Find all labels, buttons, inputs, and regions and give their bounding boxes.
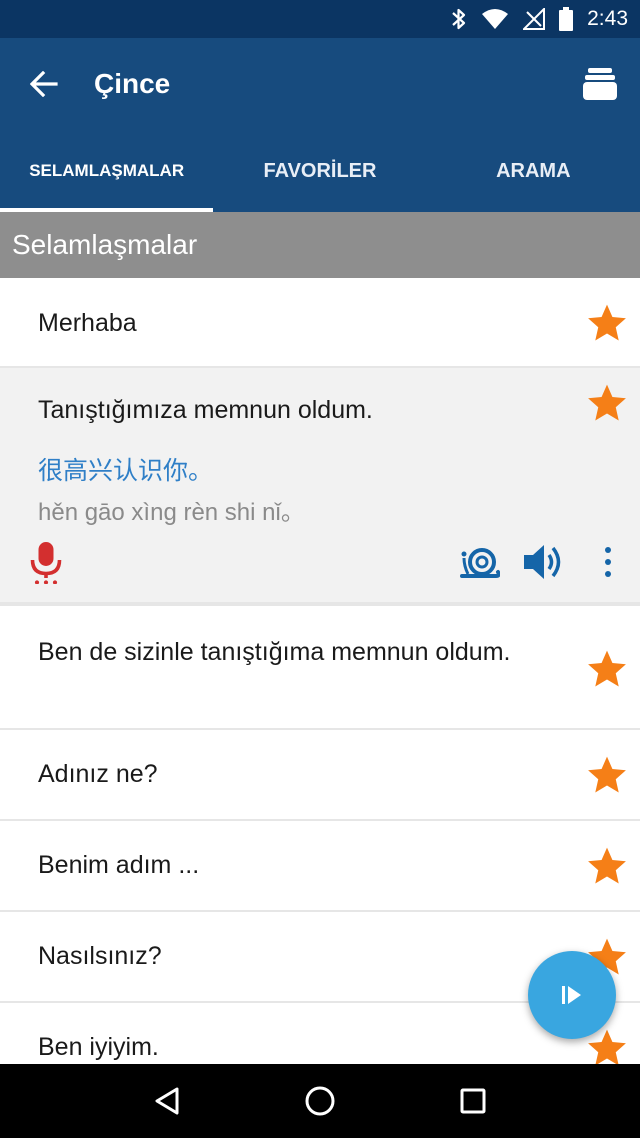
list-item[interactable]: Merhaba: [0, 278, 640, 368]
chinese-translation: 很高兴认识你。: [38, 456, 214, 485]
list-item[interactable]: Adınız ne?: [0, 730, 640, 821]
phrase-text: Tanıştığımıza memnun oldum.: [38, 396, 373, 424]
tab-bar: SELAMLAŞMALAR FAVORİLER ARAMA: [0, 130, 640, 212]
list-item[interactable]: Benim adım ...: [0, 821, 640, 912]
circle-home-icon: [305, 1086, 335, 1116]
nav-recents-button[interactable]: [450, 1078, 496, 1124]
phrase-text: Ben iyiyim.: [38, 1033, 159, 1061]
status-time: 2:43: [587, 7, 628, 30]
tab-favorites[interactable]: FAVORİLER: [213, 130, 426, 212]
play-all-button[interactable]: [528, 951, 616, 1039]
phrase-text: Merhaba: [38, 309, 137, 337]
nav-back-button[interactable]: [144, 1078, 190, 1124]
phrase-text: Benim adım ...: [38, 851, 200, 879]
list-item-expanded[interactable]: Tanıştığımıza memnun oldum. 很高兴认识你。 hěn …: [0, 368, 640, 604]
phrase-text: Ben de sizinle tanıştığıma memnun oldum.: [38, 638, 511, 666]
arrow-left-icon: [30, 71, 58, 97]
back-button[interactable]: [22, 62, 66, 106]
page-title: Çince: [94, 68, 171, 99]
microphone-icon[interactable]: [28, 542, 64, 584]
star-icon[interactable]: [586, 845, 628, 887]
wifi-icon: [482, 9, 509, 29]
square-recents-icon: [460, 1088, 486, 1114]
stack-menu-button[interactable]: [578, 62, 622, 106]
phrase-list[interactable]: Merhaba Tanıştığımıza memnun oldum. 很高兴认…: [0, 278, 640, 1064]
no-sim-icon: [523, 8, 546, 30]
section-header: Selamlaşmalar: [0, 212, 640, 278]
battery-icon: [559, 7, 574, 31]
app-bar: Çince SELAMLAŞMALAR FAVORİLER ARAMA: [0, 38, 640, 212]
nav-home-button[interactable]: [297, 1078, 343, 1124]
speaker-icon[interactable]: [522, 542, 566, 582]
star-icon[interactable]: [586, 648, 628, 690]
star-icon[interactable]: [586, 382, 628, 424]
tab-search[interactable]: ARAMA: [427, 130, 640, 212]
star-icon[interactable]: [586, 754, 628, 796]
more-vert-icon[interactable]: [598, 544, 618, 580]
play-icon: [562, 986, 581, 1004]
phrase-text: Adınız ne?: [38, 760, 158, 788]
bluetooth-icon: [452, 8, 466, 30]
pinyin-text: hěn gāo xìng rèn shi nǐ。: [38, 499, 305, 526]
system-nav-bar: [0, 1064, 640, 1138]
triangle-back-icon: [155, 1087, 179, 1115]
star-icon[interactable]: [586, 302, 628, 344]
stack-icon: [583, 68, 617, 100]
tab-greetings[interactable]: SELAMLAŞMALAR: [0, 130, 213, 212]
snail-slow-play-icon[interactable]: [460, 544, 500, 580]
status-bar: 2:43: [0, 0, 640, 38]
phrase-text: Nasılsınız?: [38, 942, 162, 970]
list-item[interactable]: Ben de sizinle tanıştığıma memnun oldum.: [0, 604, 640, 730]
